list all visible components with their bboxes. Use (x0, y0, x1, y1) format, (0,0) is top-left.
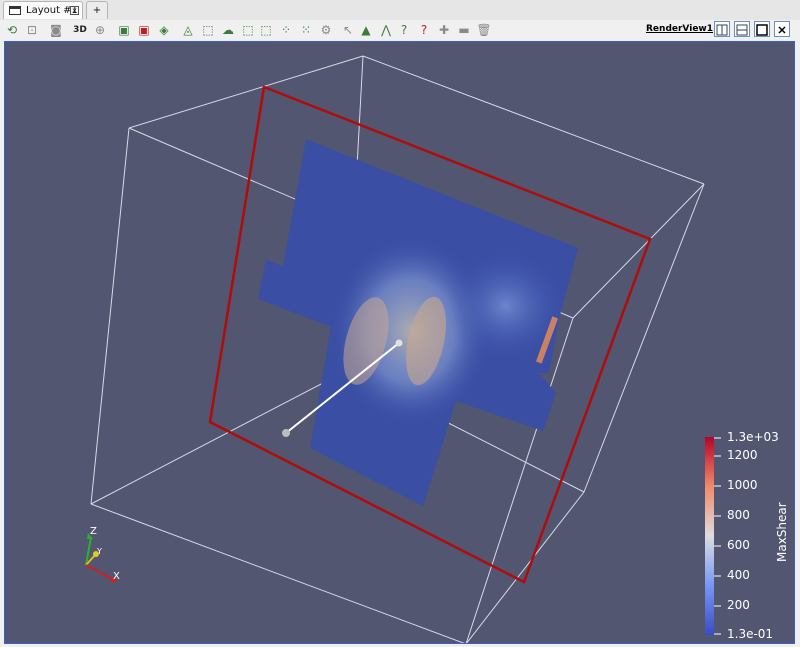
query-point-icon[interactable]: ? (396, 22, 412, 38)
render-view-name: RenderView1 (646, 24, 713, 34)
new-tab-button[interactable]: + (86, 1, 108, 19)
scene-svg (85, 55, 721, 643)
hover-cells-icon[interactable]: ⚙ (318, 22, 334, 38)
maximize-icon[interactable] (754, 21, 770, 37)
query-cell-icon[interactable]: ? (416, 22, 432, 38)
colorbar-label-min: 1.3e-01 (727, 627, 774, 641)
toggle-3d-button[interactable]: 3D (70, 22, 90, 38)
colorbar-label: 200 (727, 598, 750, 612)
edit-ruler-icon[interactable]: ↖ (340, 22, 356, 38)
slice-surface (258, 139, 578, 506)
clear-selection-icon[interactable]: ⁘ (278, 22, 294, 38)
select-points-on-icon[interactable]: ▣ (136, 22, 152, 38)
grow-selection-icon[interactable]: ⬚ (240, 22, 256, 38)
split-vertical-icon[interactable] (734, 21, 750, 37)
colorbar-label: 800 (727, 508, 750, 522)
colorbar-label: 400 (727, 568, 750, 582)
pick-point-icon[interactable]: ⋀ (378, 22, 394, 38)
colorbar-label-max: 1.3e+03 (727, 430, 779, 444)
colorbar-label: 1200 (727, 448, 758, 462)
find-data-icon[interactable]: ▲ (358, 22, 374, 38)
select-cells-on-icon[interactable]: ▣ (116, 22, 132, 38)
split-horizontal-icon[interactable] (714, 21, 730, 37)
render-view[interactable]: 1.3e+03 1200 1000 800 600 400 200 1.3e-0… (4, 41, 795, 644)
interactive-select-icon[interactable]: ☁ (220, 22, 236, 38)
tab-layout-1[interactable]: Layout #1 x (3, 1, 83, 19)
colorbar-label: 600 (727, 538, 750, 552)
axis-label-x: X (113, 571, 120, 582)
axis-label-y: Y (97, 547, 102, 556)
select-block-icon[interactable]: ⬚ (200, 22, 216, 38)
add-icon[interactable]: ✚ (436, 22, 452, 38)
capture-screenshot-icon[interactable]: ◙ (48, 22, 64, 38)
select-points-frustum-icon[interactable]: ◬ (180, 22, 196, 38)
colorbar-label: 1000 (727, 478, 758, 492)
colorbar-ticks (714, 437, 721, 635)
colorbar-gradient (705, 437, 714, 635)
zoom-box-icon[interactable]: ⊕ (92, 22, 108, 38)
close-tab-icon[interactable]: x (70, 6, 79, 15)
axis-label-z: Z (90, 526, 97, 537)
close-view-icon[interactable] (774, 21, 790, 37)
window-icon (9, 6, 21, 15)
tab-bar: Layout #1 x + (0, 0, 800, 21)
hover-points-icon[interactable]: ⁙ (298, 22, 314, 38)
reset-camera-icon[interactable]: ⟲ (4, 22, 20, 38)
delete-icon[interactable]: 🗑 (476, 22, 492, 38)
remove-icon[interactable]: ▬ (456, 22, 472, 38)
zoom-to-data-icon[interactable]: ⊡ (24, 22, 40, 38)
colorbar-title: MaxShear (775, 502, 789, 562)
select-cells-frustum-icon[interactable]: ◈ (156, 22, 172, 38)
shrink-selection-icon[interactable]: ⬚ (258, 22, 274, 38)
